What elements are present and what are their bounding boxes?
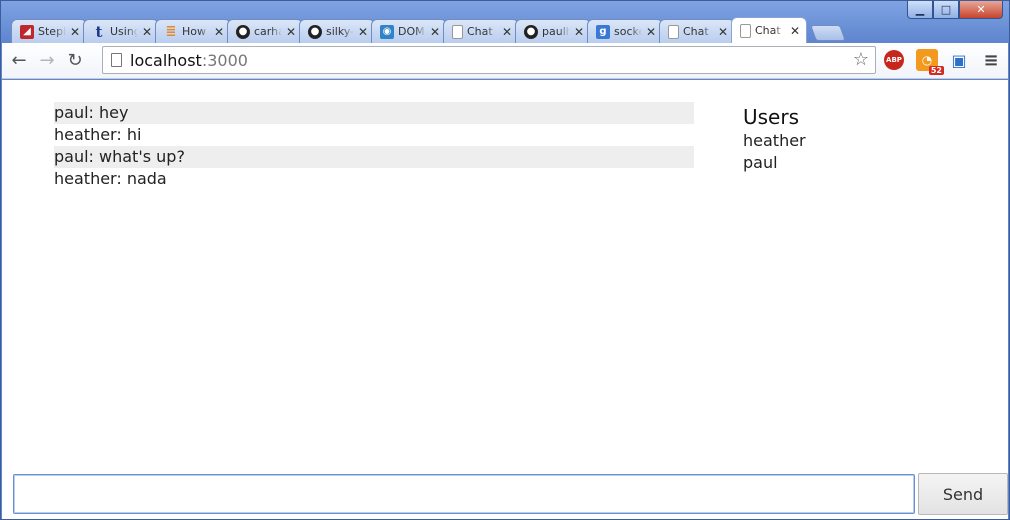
tab-4[interactable]: ● silky- ✕ bbox=[299, 19, 375, 43]
adblock-label: ABP bbox=[886, 56, 902, 64]
address-host: localhost bbox=[130, 50, 202, 70]
browser-toolbar: ← → ↻ localhost :3000 ☆ ABP ◔ 52 ▣ ≡ bbox=[2, 43, 1008, 79]
page-content: paul: hey heather: hi paul: what's up? h… bbox=[2, 80, 1008, 519]
tab-close-icon[interactable]: ✕ bbox=[574, 25, 584, 39]
tab-label: silky- bbox=[326, 25, 354, 38]
tab-label: Steph bbox=[38, 25, 66, 38]
close-window-button[interactable]: ✕ bbox=[959, 1, 1003, 19]
back-button[interactable]: ← bbox=[8, 50, 30, 72]
user-item: heather bbox=[743, 131, 806, 150]
app-icon: ◢ bbox=[20, 24, 34, 39]
reload-button[interactable]: ↻ bbox=[64, 50, 86, 72]
tab-label: DOM bbox=[398, 25, 425, 38]
tab-close-icon[interactable]: ✕ bbox=[430, 25, 440, 39]
users-heading: Users bbox=[743, 105, 800, 129]
tab-close-icon[interactable]: ✕ bbox=[214, 25, 224, 39]
tab-9[interactable]: Chat ✕ bbox=[659, 19, 735, 43]
rss-count-badge: 52 bbox=[928, 66, 944, 75]
rss-icon[interactable]: ◔ 52 bbox=[916, 49, 944, 75]
tab-close-icon[interactable]: ✕ bbox=[142, 25, 152, 39]
tab-10-active[interactable]: Chat ✕ bbox=[731, 17, 807, 43]
tab-close-icon[interactable]: ✕ bbox=[286, 25, 296, 39]
tab-8[interactable]: g socke ✕ bbox=[587, 19, 663, 43]
bookmark-star-icon[interactable]: ☆ bbox=[853, 49, 869, 70]
tab-1[interactable]: t Using ✕ bbox=[83, 19, 159, 43]
tab-label: carha bbox=[254, 25, 282, 38]
reload-icon: ↻ bbox=[67, 50, 83, 71]
message-item: paul: hey bbox=[54, 102, 694, 124]
adblock-plus-icon[interactable]: ABP bbox=[884, 50, 904, 70]
github-icon: ● bbox=[524, 24, 538, 39]
address-bar[interactable]: localhost :3000 ☆ bbox=[102, 46, 876, 74]
maximize-button[interactable]: □ bbox=[933, 1, 959, 19]
tab-label: paulh bbox=[542, 25, 570, 38]
page-icon bbox=[452, 24, 463, 39]
tab-strip: ◢ Steph ✕ t Using ✕ ≣ How ✕ ● carha ✕ ● … bbox=[11, 17, 846, 43]
chat-bubble-icon: ◉ bbox=[380, 24, 394, 39]
arrow-left-icon: ← bbox=[11, 50, 27, 71]
github-icon: ● bbox=[308, 24, 322, 39]
tab-close-icon[interactable]: ✕ bbox=[358, 25, 368, 39]
arrow-right-icon: → bbox=[39, 50, 55, 71]
forward-button[interactable]: → bbox=[36, 50, 58, 72]
stackoverflow-icon: ≣ bbox=[165, 24, 177, 39]
new-tab-button[interactable] bbox=[810, 25, 846, 41]
page-icon bbox=[111, 53, 122, 67]
tab-2[interactable]: ≣ How ✕ bbox=[155, 19, 231, 43]
window-controls: ▁ □ ✕ bbox=[907, 1, 1003, 19]
github-icon: ● bbox=[236, 24, 250, 39]
user-item: paul bbox=[743, 153, 778, 172]
page-icon bbox=[740, 23, 751, 38]
tab-label: Chat bbox=[467, 25, 493, 38]
user-list: Users heather paul bbox=[743, 104, 943, 174]
tab-close-icon[interactable]: ✕ bbox=[502, 25, 512, 39]
chrome-menu-icon[interactable]: ≡ bbox=[980, 49, 1002, 71]
minimize-button[interactable]: ▁ bbox=[907, 1, 933, 19]
tab-7[interactable]: ● paulh ✕ bbox=[515, 19, 591, 43]
tab-label: Chat bbox=[683, 25, 709, 38]
tab-close-icon[interactable]: ✕ bbox=[646, 25, 656, 39]
address-port: :3000 bbox=[201, 50, 248, 70]
tumblr-icon: t bbox=[95, 22, 103, 41]
tab-0[interactable]: ◢ Steph ✕ bbox=[11, 19, 87, 43]
tab-close-icon[interactable]: ✕ bbox=[790, 24, 800, 38]
tab-label: How bbox=[182, 25, 206, 38]
tab-5[interactable]: ◉ DOM ✕ bbox=[371, 19, 447, 43]
tab-3[interactable]: ● carha ✕ bbox=[227, 19, 303, 43]
tab-close-icon[interactable]: ✕ bbox=[70, 25, 80, 39]
tab-label: Chat bbox=[755, 24, 781, 37]
tab-6[interactable]: Chat ✕ bbox=[443, 19, 519, 43]
folder-icon[interactable]: ▣ bbox=[948, 49, 970, 71]
message-input[interactable] bbox=[13, 474, 915, 514]
message-item: heather: nada bbox=[54, 169, 167, 188]
browser-window: ▁ □ ✕ ◢ Steph ✕ t Using ✕ ≣ How ✕ ● carh… bbox=[0, 0, 1010, 520]
tab-close-icon[interactable]: ✕ bbox=[718, 25, 728, 39]
page-icon bbox=[668, 24, 679, 39]
google-icon: g bbox=[596, 24, 610, 39]
message-item: paul: what's up? bbox=[54, 146, 694, 168]
send-button[interactable]: Send bbox=[918, 473, 1008, 515]
message-item: heather: hi bbox=[54, 125, 142, 144]
tab-label: Using bbox=[110, 25, 138, 38]
tab-label: socke bbox=[614, 25, 642, 38]
message-list: paul: hey heather: hi paul: what's up? h… bbox=[54, 102, 694, 190]
